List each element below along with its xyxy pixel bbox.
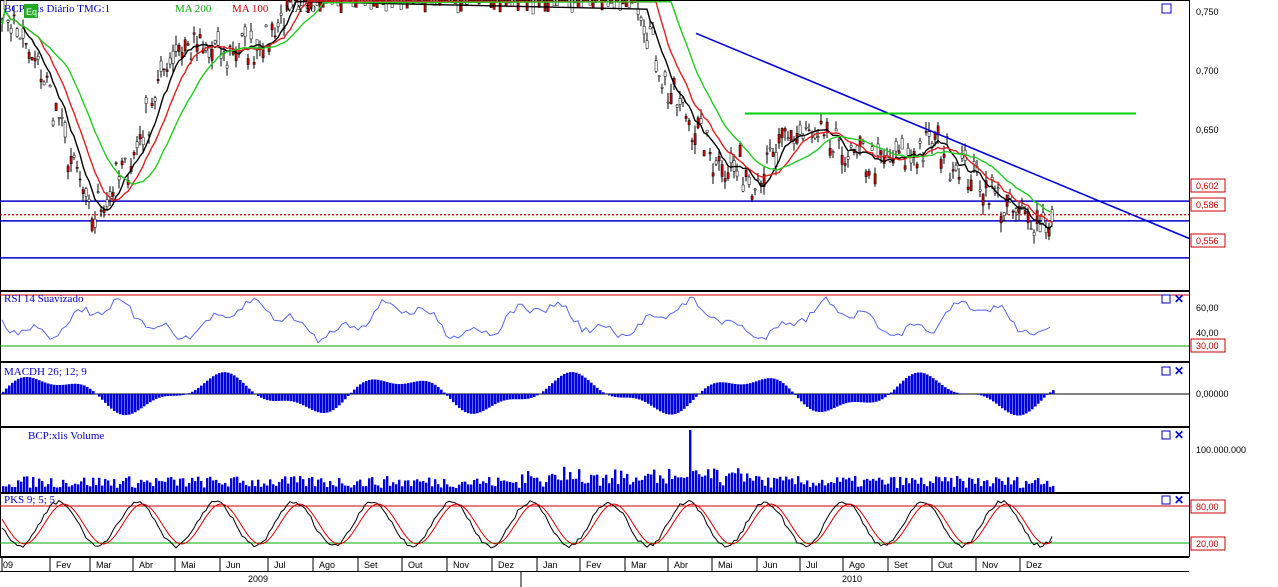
month-label: Set (364, 560, 378, 570)
close-icon[interactable]: ✕ (1174, 364, 1184, 378)
volume-label[interactable]: BCP:xlis Volume (28, 430, 104, 442)
pks-level-label: 80,00 (1196, 502, 1219, 512)
month-label: Out (938, 560, 953, 570)
month-label: Jun (226, 560, 241, 570)
maximize-icon[interactable] (1161, 495, 1171, 505)
month-label: Jan (543, 560, 558, 570)
stock-chart: BCP:xlis Diário TMG:1 Eq MA 200 MA 100 M… (0, 0, 1278, 587)
eq-icon-label: Eq (26, 7, 37, 17)
macd-label[interactable]: MACDH 26; 12; 9 (4, 366, 87, 378)
level-label-0556: 0,556 (1196, 236, 1219, 246)
month-label: Jul (806, 560, 818, 570)
month-label: Abr (139, 560, 153, 570)
maximize-icon[interactable] (1161, 3, 1172, 14)
maximize-icon[interactable] (1161, 430, 1171, 440)
close-icon[interactable]: ✕ (1174, 292, 1184, 306)
month-label: Jun (763, 560, 778, 570)
month-label: Fev (586, 560, 602, 570)
month-label: Mar (96, 560, 112, 570)
level-label-0586: 0,586 (1196, 200, 1219, 210)
rsi-tick: 60,00 (1196, 303, 1219, 313)
maximize-icon[interactable] (1161, 294, 1171, 304)
year-label: 2009 (248, 574, 268, 584)
month-label: Ago (319, 560, 335, 570)
volume-tick: 100.000.000 (1196, 445, 1246, 455)
maximize-icon[interactable] (1161, 366, 1171, 376)
month-label: 09 (3, 560, 13, 570)
month-label: Out (408, 560, 423, 570)
price-tick: 0,750 (1196, 7, 1219, 17)
pks-level-label: 20,00 (1196, 539, 1219, 549)
pks-label[interactable]: PKS 9; 5; 5 (4, 494, 56, 506)
month-label: Abr (674, 560, 688, 570)
price-tick: 0,650 (1196, 125, 1219, 135)
month-label: Jul (274, 560, 286, 570)
price-tick: 0,700 (1196, 66, 1219, 76)
rsi-tick: 40,00 (1196, 328, 1219, 338)
macd-tick: 0,00000 (1196, 389, 1229, 399)
month-label: Fev (56, 560, 72, 570)
month-label: Dez (498, 560, 515, 570)
month-label: Dez (1026, 560, 1043, 570)
rsi-label[interactable]: RSI 14 Suavizado (4, 293, 84, 305)
ma100-label[interactable]: MA 100 (232, 3, 269, 15)
month-label: Set (894, 560, 908, 570)
month-label: Mai (181, 560, 196, 570)
rsi-level-label: 30,00 (1196, 341, 1219, 351)
chart-title[interactable]: BCP:xlis Diário TMG:1 (4, 3, 110, 15)
month-label: Mar (631, 560, 647, 570)
close-icon[interactable]: ✕ (1174, 493, 1184, 507)
month-label: Mai (718, 560, 733, 570)
month-label: Nov (982, 560, 999, 570)
year-label: 2010 (842, 574, 862, 584)
month-label: Ago (849, 560, 865, 570)
close-icon[interactable]: ✕ (1174, 428, 1184, 442)
level-label-0602: 0,602 (1196, 181, 1219, 191)
month-label: Nov (453, 560, 470, 570)
ma200-label[interactable]: MA 200 (175, 3, 212, 15)
ma50-label[interactable]: MA 50 (285, 3, 316, 15)
